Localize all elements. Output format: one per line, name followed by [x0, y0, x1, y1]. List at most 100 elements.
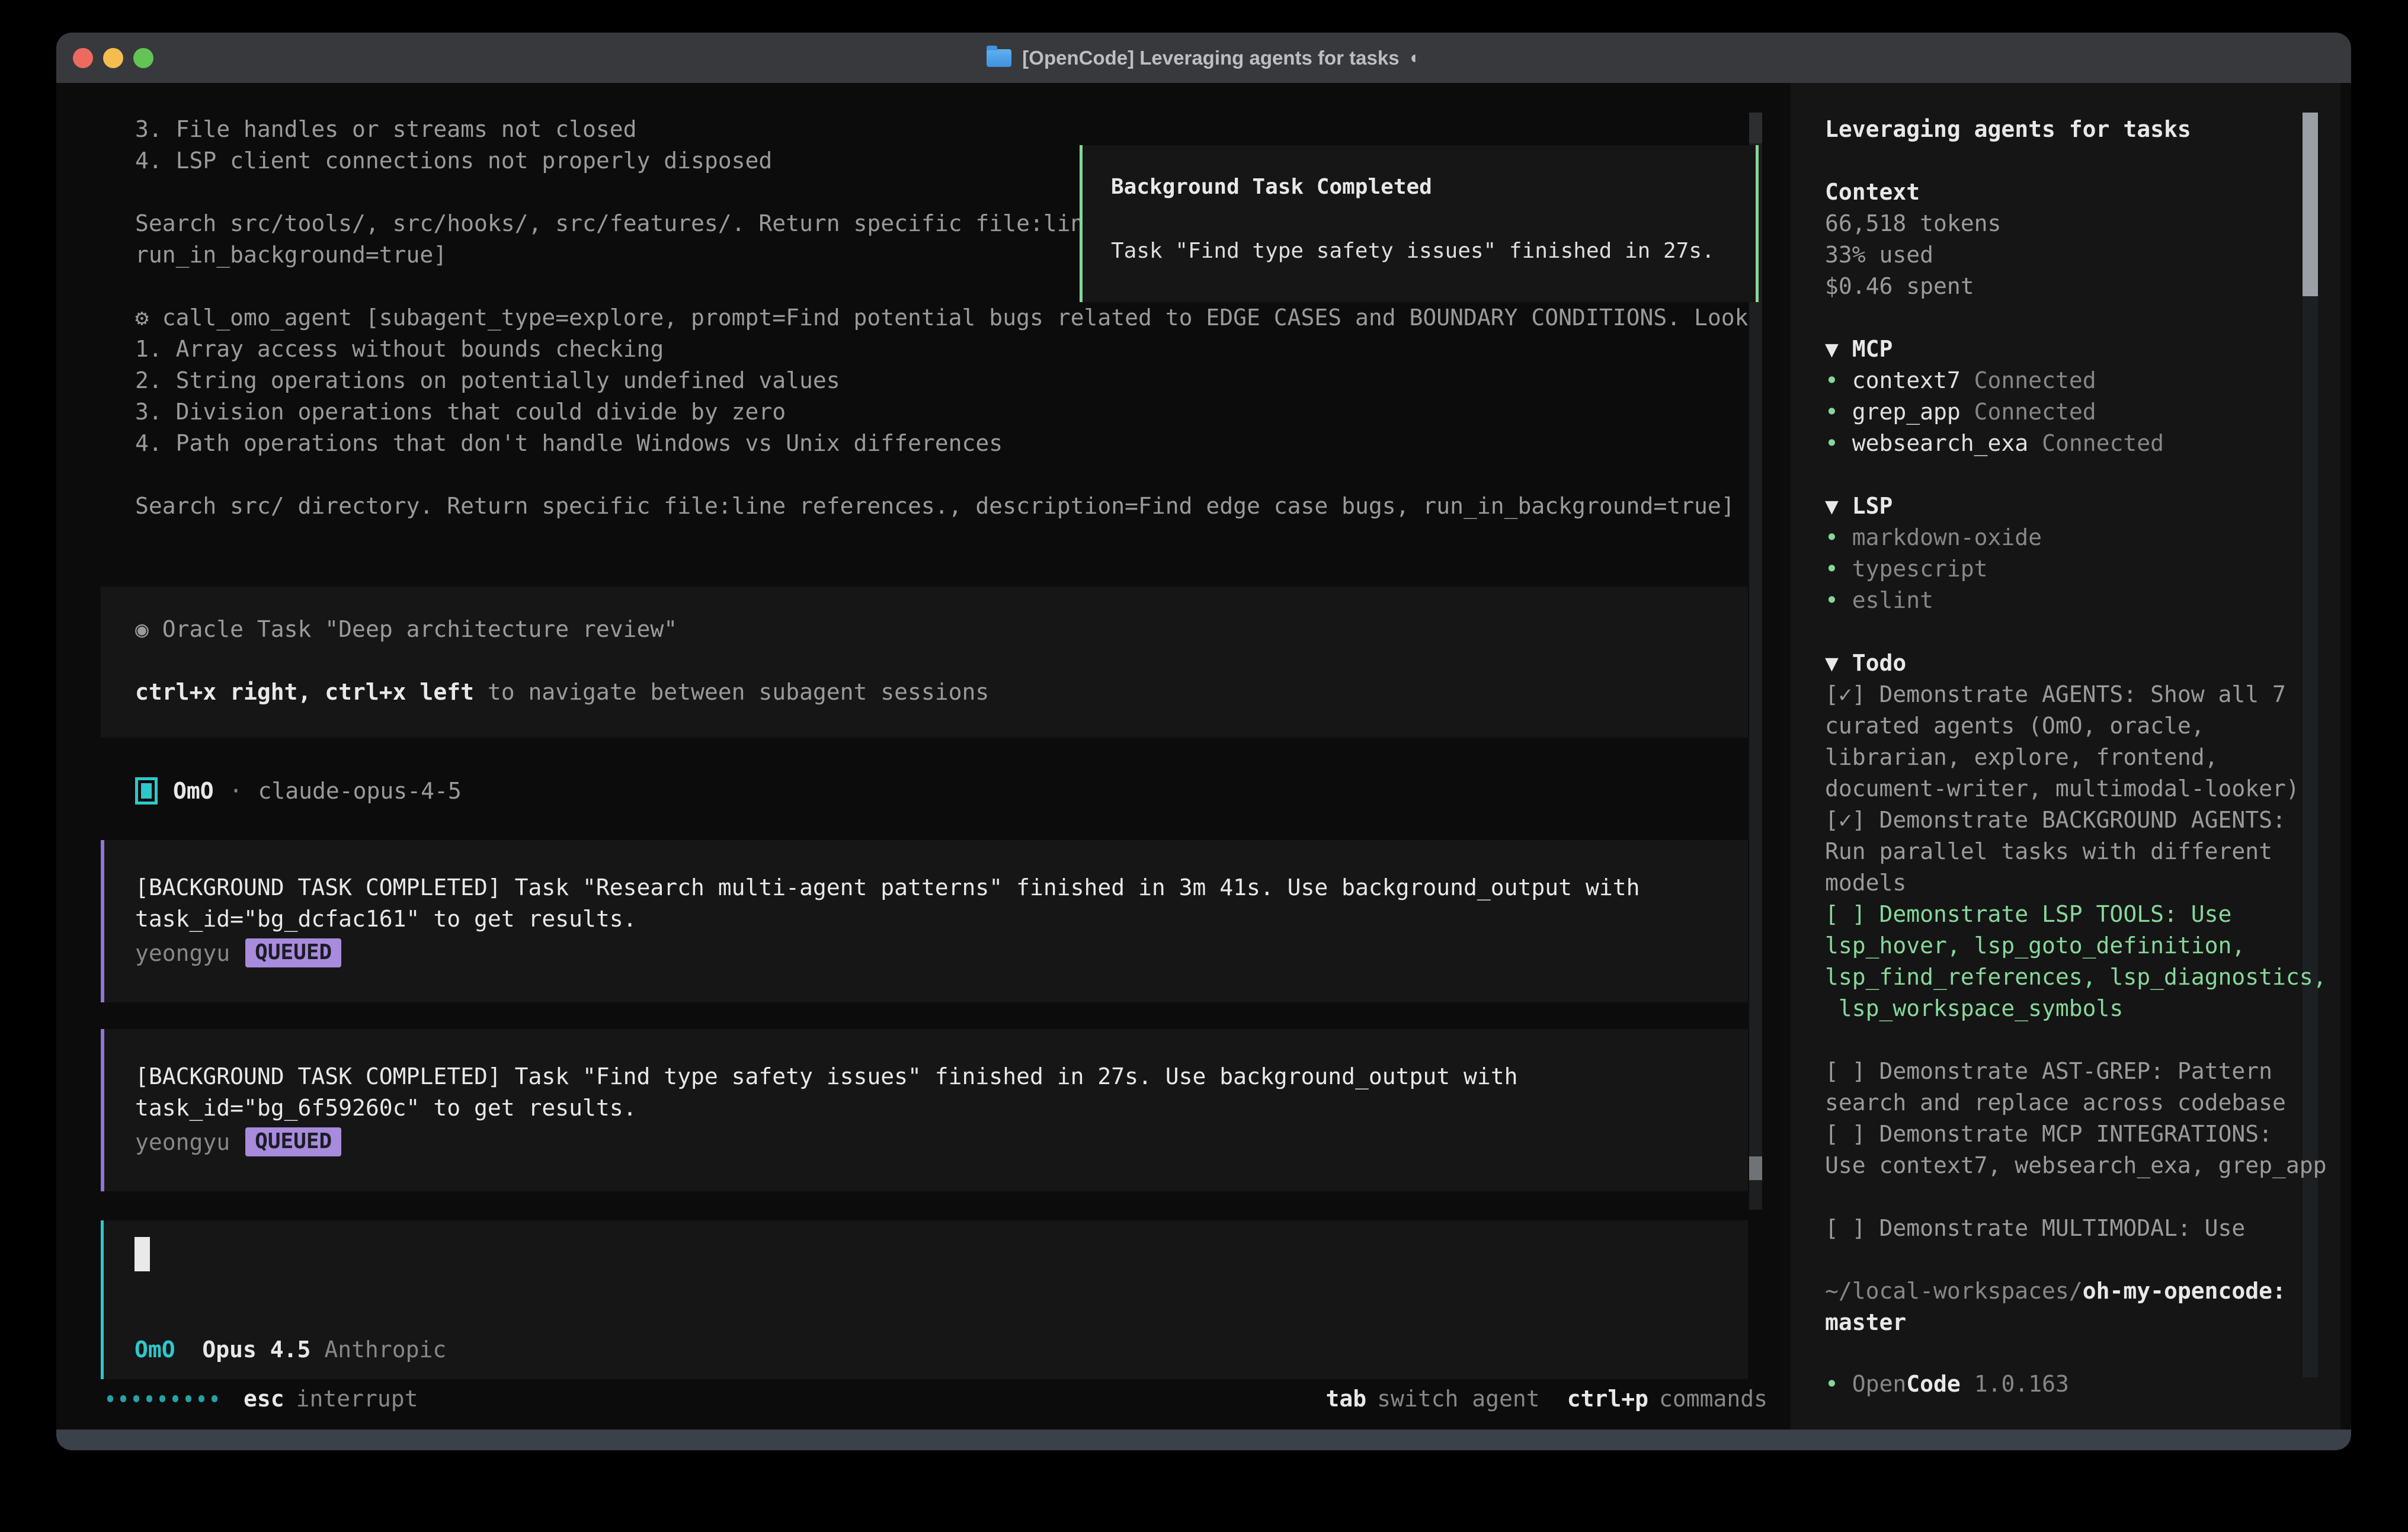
spinner-dot-icon	[133, 1395, 139, 1402]
input-agent-name: OmO	[135, 1337, 175, 1363]
lsp-item: • eslint	[1825, 585, 2326, 616]
mcp-item: • websearch_exa Connected	[1825, 428, 2326, 459]
mcp-name: context7	[1839, 367, 1961, 393]
mcp-status: Connected	[1961, 367, 2096, 393]
spinner-dot-icon	[107, 1395, 113, 1402]
esc-key-hint: esc	[244, 1386, 284, 1412]
task-message-line1: [BACKGROUND TASK COMPLETED] Task "Find t…	[135, 1061, 1729, 1092]
task-author: yeongyu	[135, 940, 230, 966]
mcp-list: • context7 Connected• grep_app Connected…	[1825, 365, 2326, 459]
bullet-icon: •	[1825, 430, 1839, 456]
spinner-dot-icon	[198, 1395, 204, 1402]
lsp-name: markdown-oxide	[1839, 524, 2042, 550]
agent-model: claude-opus-4-5	[258, 778, 462, 804]
moon-status-icon: ◐	[1410, 48, 1421, 68]
ctrlp-key-hint: ctrl+p	[1567, 1386, 1648, 1412]
bullet-icon: •	[1825, 556, 1839, 582]
folder-icon	[987, 49, 1011, 67]
background-task-block: [BACKGROUND TASK COMPLETED] Task "Find t…	[101, 1029, 1748, 1191]
terminal-window: [OpenCode] Leveraging agents for tasks ◐…	[56, 33, 2351, 1450]
bullet-icon: •	[1825, 367, 1839, 393]
workspace-path: ~/local-workspaces/oh-my-opencode:	[1825, 1275, 2326, 1307]
queued-badge: QUEUED	[245, 1127, 341, 1156]
context-section: Context 66,518 tokens 33% used $0.46 spe…	[1825, 177, 2326, 302]
mcp-item: • context7 Connected	[1825, 365, 2326, 396]
opencode-version: • OpenCode 1.0.163	[1825, 1368, 2069, 1400]
workspace-branch: master	[1825, 1307, 2326, 1338]
mcp-name: websearch_exa	[1839, 430, 2028, 456]
spinner-dot-icon	[146, 1395, 152, 1402]
bullet-icon: •	[1825, 524, 1839, 550]
prompt-input[interactable]: OmO Opus 4.5 Anthropic	[101, 1220, 1748, 1379]
record-icon: ◉	[135, 616, 149, 642]
background-task-block: [BACKGROUND TASK COMPLETED] Task "Resear…	[101, 840, 1748, 1002]
context-spent: $0.46 spent	[1825, 271, 2326, 302]
todo-item-done: [✓] Demonstrate BACKGROUND AGENTS: Run p…	[1825, 805, 2326, 899]
lsp-item: • markdown-oxide	[1825, 522, 2326, 553]
input-provider: Anthropic	[324, 1337, 446, 1363]
status-bar: esc interrupt tab switch agent ctrl+p co…	[107, 1383, 1767, 1414]
session-title: Leveraging agents for tasks	[1825, 114, 2326, 145]
mcp-name: grep_app	[1839, 399, 1961, 425]
main-scrollbar-thumb[interactable]	[1749, 1156, 1762, 1180]
bullet-icon: •	[1825, 587, 1839, 613]
todo-list: [✓] Demonstrate AGENTS: Show all 7 curat…	[1825, 679, 2326, 1244]
context-used: 33% used	[1825, 239, 2326, 271]
mcp-status: Connected	[2028, 430, 2164, 456]
esc-label: interrupt	[296, 1386, 418, 1412]
lsp-name: eslint	[1839, 587, 1933, 613]
spinner-dot-icon	[172, 1395, 178, 1402]
window-title: [OpenCode] Leveraging agents for tasks	[1022, 47, 1399, 69]
spinner-dot-icon	[185, 1395, 191, 1402]
oracle-task-title: ◉ Oracle Task "Deep architecture review"	[135, 614, 677, 645]
lsp-section: ▼ LSP • markdown-oxide• typescript• esli…	[1825, 491, 2326, 616]
main-scrollbar-cap	[1749, 113, 1762, 143]
tab-label: switch agent	[1377, 1386, 1540, 1412]
input-meta-row: OmO Opus 4.5 Anthropic	[135, 1337, 446, 1363]
todo-item-active: [ ] Demonstrate LSP TOOLS: Use lsp_hover…	[1825, 899, 2326, 1024]
title-bar: [OpenCode] Leveraging agents for tasks ◐	[56, 33, 2351, 83]
lsp-list: • markdown-oxide• typescript• eslint	[1825, 522, 2326, 616]
ctrlp-label: commands	[1659, 1386, 1767, 1412]
todo-section: ▼ Todo [✓] Demonstrate AGENTS: Show all …	[1825, 648, 2326, 1244]
mcp-section-header[interactable]: ▼ MCP	[1825, 334, 2326, 365]
task-message-line1: [BACKGROUND TASK COMPLETED] Task "Resear…	[135, 872, 1729, 903]
todo-item-done: [✓] Demonstrate AGENTS: Show all 7 curat…	[1825, 679, 2326, 805]
text-cursor	[135, 1237, 150, 1271]
spinner-dot-icon	[120, 1395, 126, 1402]
bullet-icon: •	[1825, 399, 1839, 425]
todo-section-header[interactable]: ▼ Todo	[1825, 648, 2326, 679]
queued-badge: QUEUED	[245, 938, 341, 967]
task-message-line2: task_id="bg_6f59260c" to get results.	[135, 1092, 1729, 1124]
todo-item-pending: [ ] Demonstrate MULTIMODAL: Use	[1825, 1213, 2326, 1244]
sidebar: Leveraging agents for tasks Context 66,5…	[1791, 83, 2340, 1430]
lsp-section-header[interactable]: ▼ LSP	[1825, 491, 2326, 522]
input-model: Opus 4.5	[202, 1337, 310, 1363]
oracle-nav-hint: ctrl+x right, ctrl+x left to navigate be…	[135, 677, 989, 708]
mcp-status: Connected	[1961, 399, 2096, 425]
task-message-line2: task_id="bg_dcfac161" to get results.	[135, 903, 1729, 935]
spinner-dot-icon	[159, 1395, 165, 1402]
workspace-info: ~/local-workspaces/oh-my-opencode: maste…	[1825, 1275, 2326, 1338]
todo-item-pending: [ ] Demonstrate MCP INTEGRATIONS: Use co…	[1825, 1118, 2326, 1181]
toast-title: Background Task Completed	[1111, 175, 1432, 199]
agent-header-row: OmO · claude-opus-4-5	[135, 774, 462, 807]
todo-item-pending: [ ] Demonstrate AST-GREP: Pattern search…	[1825, 1056, 2326, 1118]
lsp-name: typescript	[1839, 556, 1988, 582]
oracle-task-panel: ◉ Oracle Task "Deep architecture review"…	[101, 586, 1748, 738]
mcp-item: • grep_app Connected	[1825, 396, 2326, 428]
mcp-section: ▼ MCP • context7 Connected• grep_app Con…	[1825, 334, 2326, 459]
lsp-item: • typescript	[1825, 553, 2326, 585]
spinner-dots	[107, 1395, 217, 1402]
omo-agent-icon	[135, 777, 158, 805]
agent-name: OmO	[173, 778, 214, 804]
agent-separator: ·	[229, 778, 243, 804]
background-task-toast: Background Task Completed Task "Find typ…	[1080, 145, 1759, 302]
context-tokens: 66,518 tokens	[1825, 208, 2326, 239]
window-bottom-edge	[56, 1430, 2351, 1450]
task-author: yeongyu	[135, 1129, 230, 1155]
tab-key-hint: tab	[1326, 1386, 1367, 1412]
status-dot-icon: •	[1825, 1371, 1839, 1397]
toast-body: Task "Find type safety issues" finished …	[1111, 239, 1715, 263]
spinner-dot-icon	[212, 1395, 217, 1402]
